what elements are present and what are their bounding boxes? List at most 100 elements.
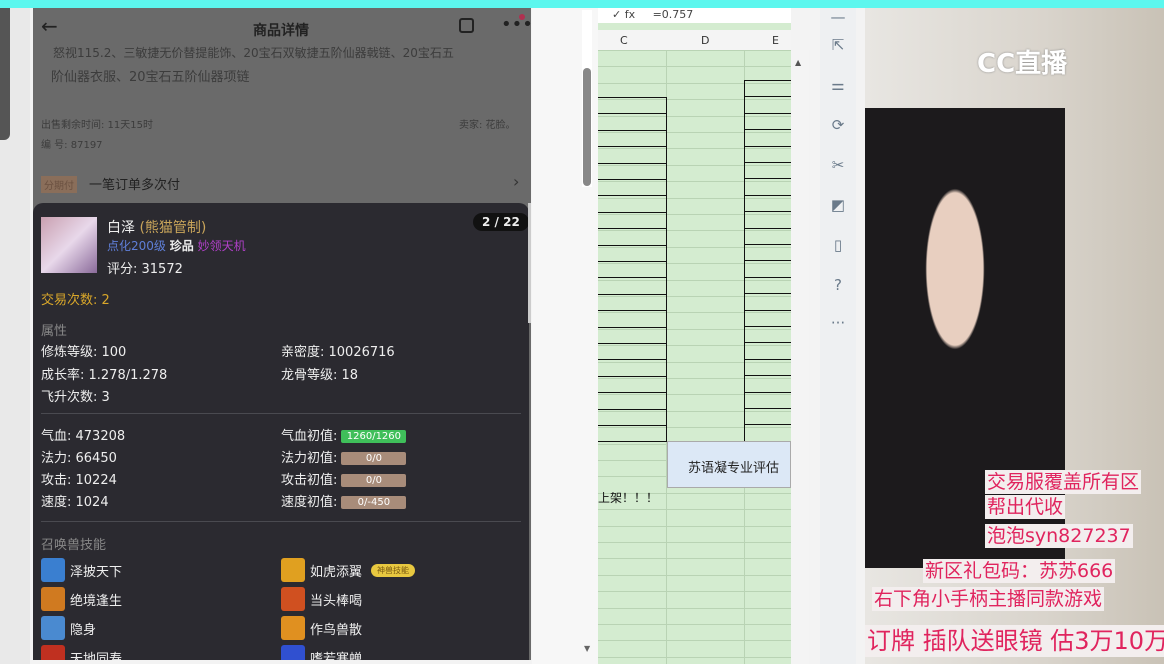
column-d[interactable]: D xyxy=(701,34,709,47)
sheet-cell[interactable] xyxy=(598,310,667,328)
sheet-cell[interactable] xyxy=(598,129,667,148)
pet-skill-tag: 妙领天机 xyxy=(197,239,246,253)
skill-item[interactable]: 当头棒喝 xyxy=(281,587,362,611)
sheet-cell[interactable] xyxy=(598,359,667,377)
back-arrow-icon[interactable]: ← xyxy=(41,14,58,38)
cell-note[interactable]: 上架！！！ xyxy=(598,489,658,506)
streamer-video: CC直播 交易服覆盖所有区 帮出代收 泡泡syn827237 新区礼包码：苏苏6… xyxy=(865,8,1164,664)
more-icon[interactable]: ··· xyxy=(828,314,848,334)
sheet-cell[interactable] xyxy=(598,425,667,443)
sheet-cell[interactable] xyxy=(598,146,667,164)
blank-area: ▼ xyxy=(532,8,598,664)
sheet-cell[interactable] xyxy=(598,228,667,246)
item-id: 编 号: 87197 xyxy=(41,140,103,151)
sheet-cell[interactable] xyxy=(744,342,791,360)
refresh-icon[interactable]: ⟳ xyxy=(828,116,848,136)
sheet-cell[interactable] xyxy=(744,227,791,245)
sheet-cell[interactable] xyxy=(598,343,667,361)
trade-count: 交易次数: 2 xyxy=(41,293,110,308)
share-icon[interactable] xyxy=(459,18,474,33)
stat-initial: 法力初值: 0/0 xyxy=(281,447,407,466)
divider xyxy=(41,413,521,414)
pet-avatar xyxy=(41,217,97,273)
left-scrollbar[interactable] xyxy=(0,8,10,140)
sheet-cell[interactable] xyxy=(744,326,791,344)
sheet-cell[interactable] xyxy=(744,129,791,147)
image-icon[interactable]: ◩ xyxy=(828,196,848,216)
column-c[interactable]: C xyxy=(620,34,628,47)
scroll-down-icon[interactable]: ▼ xyxy=(584,644,590,653)
sheet-cell[interactable] xyxy=(744,80,791,98)
sheet-cell[interactable] xyxy=(598,162,667,180)
sheet-cell[interactable] xyxy=(598,408,667,426)
sheet-cell[interactable] xyxy=(744,194,791,213)
sheet-cell[interactable] xyxy=(598,392,667,410)
sheet-cell[interactable] xyxy=(744,375,791,393)
tools-icon[interactable]: ✂ xyxy=(828,156,848,176)
minimize-icon[interactable]: — xyxy=(828,8,848,28)
header: ← 商品详情 ••• xyxy=(33,8,531,48)
overlay-text: 右下角小手柄主播同款游戏 xyxy=(872,587,1105,611)
column-e[interactable]: E xyxy=(772,34,779,47)
scrollbar-thumb[interactable] xyxy=(583,68,591,186)
page-title: 商品详情 xyxy=(253,23,309,39)
sheet-cell[interactable] xyxy=(744,260,791,278)
help-icon[interactable]: ? xyxy=(828,276,848,296)
skill-item[interactable]: 隐身 xyxy=(41,616,96,640)
sheet-cell[interactable] xyxy=(598,195,667,213)
skill-name: 天地同寿 xyxy=(70,651,123,661)
sheet-cell[interactable] xyxy=(744,358,791,377)
skill-item[interactable]: 泽披天下 xyxy=(41,558,122,582)
sheet-cell[interactable] xyxy=(598,326,667,344)
sheet-cell[interactable] xyxy=(598,244,667,262)
cursor-icon[interactable]: ⇱ xyxy=(828,36,848,56)
sheet-cell[interactable] xyxy=(744,211,791,229)
attr: 修炼等级: 100 xyxy=(41,345,127,360)
sheet-cell[interactable] xyxy=(744,178,791,196)
sheet-cell[interactable] xyxy=(598,277,667,295)
skill-item[interactable]: 作鸟兽散 xyxy=(281,616,362,640)
stat-initial: 气血初值: 1260/1260 xyxy=(281,425,407,444)
formula-value: =0.757 xyxy=(652,8,694,21)
sheet-cell[interactable] xyxy=(598,211,667,230)
merged-cell[interactable]: 苏语凝专业评估 xyxy=(667,441,791,488)
skill-item[interactable]: 如虎添翼 神兽技能 xyxy=(281,558,416,582)
sheet-cell[interactable] xyxy=(744,424,791,442)
window-top-bar xyxy=(0,0,1164,8)
skill-item[interactable]: 嗜若寒蝉 xyxy=(281,645,362,660)
initial-badge: 1260/1260 xyxy=(341,430,407,443)
book-icon[interactable]: ▯ xyxy=(828,236,848,256)
overlay-text: 泡泡syn827237 xyxy=(985,524,1133,548)
sheet-cell[interactable] xyxy=(598,293,667,312)
settings-sliders-icon[interactable]: ⚌ xyxy=(828,76,848,96)
sheet-cell[interactable] xyxy=(744,145,791,163)
sheet-cell[interactable] xyxy=(744,309,791,327)
skill-name: 隐身 xyxy=(70,622,97,638)
sheet-cell[interactable] xyxy=(744,408,791,426)
sheet-cell[interactable] xyxy=(598,179,667,197)
sheet-cell[interactable] xyxy=(744,276,791,295)
skill-item[interactable]: 天地同寿 xyxy=(41,645,122,660)
column-header: C D E xyxy=(598,30,791,50)
installment-row[interactable]: 分期付 一笔订单多次付 › xyxy=(33,168,531,198)
sheet-scrollbar[interactable]: ▲ xyxy=(791,50,809,664)
sheet-cell[interactable] xyxy=(744,162,791,180)
sheet-cell[interactable] xyxy=(598,375,667,394)
sheet-cell[interactable] xyxy=(744,293,791,311)
sheet-cell[interactable] xyxy=(598,113,667,131)
initial-badge: 0/0 xyxy=(341,474,407,487)
sheet-cell[interactable] xyxy=(744,96,791,114)
more-icon[interactable]: ••• xyxy=(501,14,531,35)
popup-scrollbar[interactable] xyxy=(528,203,531,323)
formula-bar[interactable]: ✓ fx =0.757 xyxy=(598,8,791,23)
sheet-cell[interactable] xyxy=(744,244,791,262)
sheet-cell[interactable] xyxy=(744,112,791,131)
sheet-cell[interactable] xyxy=(598,261,667,279)
stat-value: 法力: 66450 xyxy=(41,451,117,466)
pet-name: 白泽 xyxy=(107,220,135,236)
sheet-cell[interactable] xyxy=(744,391,791,409)
pet-score: 评分: 31572 xyxy=(107,262,183,277)
skill-item[interactable]: 绝境逢生 xyxy=(41,587,122,611)
page-counter: 2 / 22 xyxy=(473,213,529,231)
sheet-cell[interactable] xyxy=(598,97,667,115)
